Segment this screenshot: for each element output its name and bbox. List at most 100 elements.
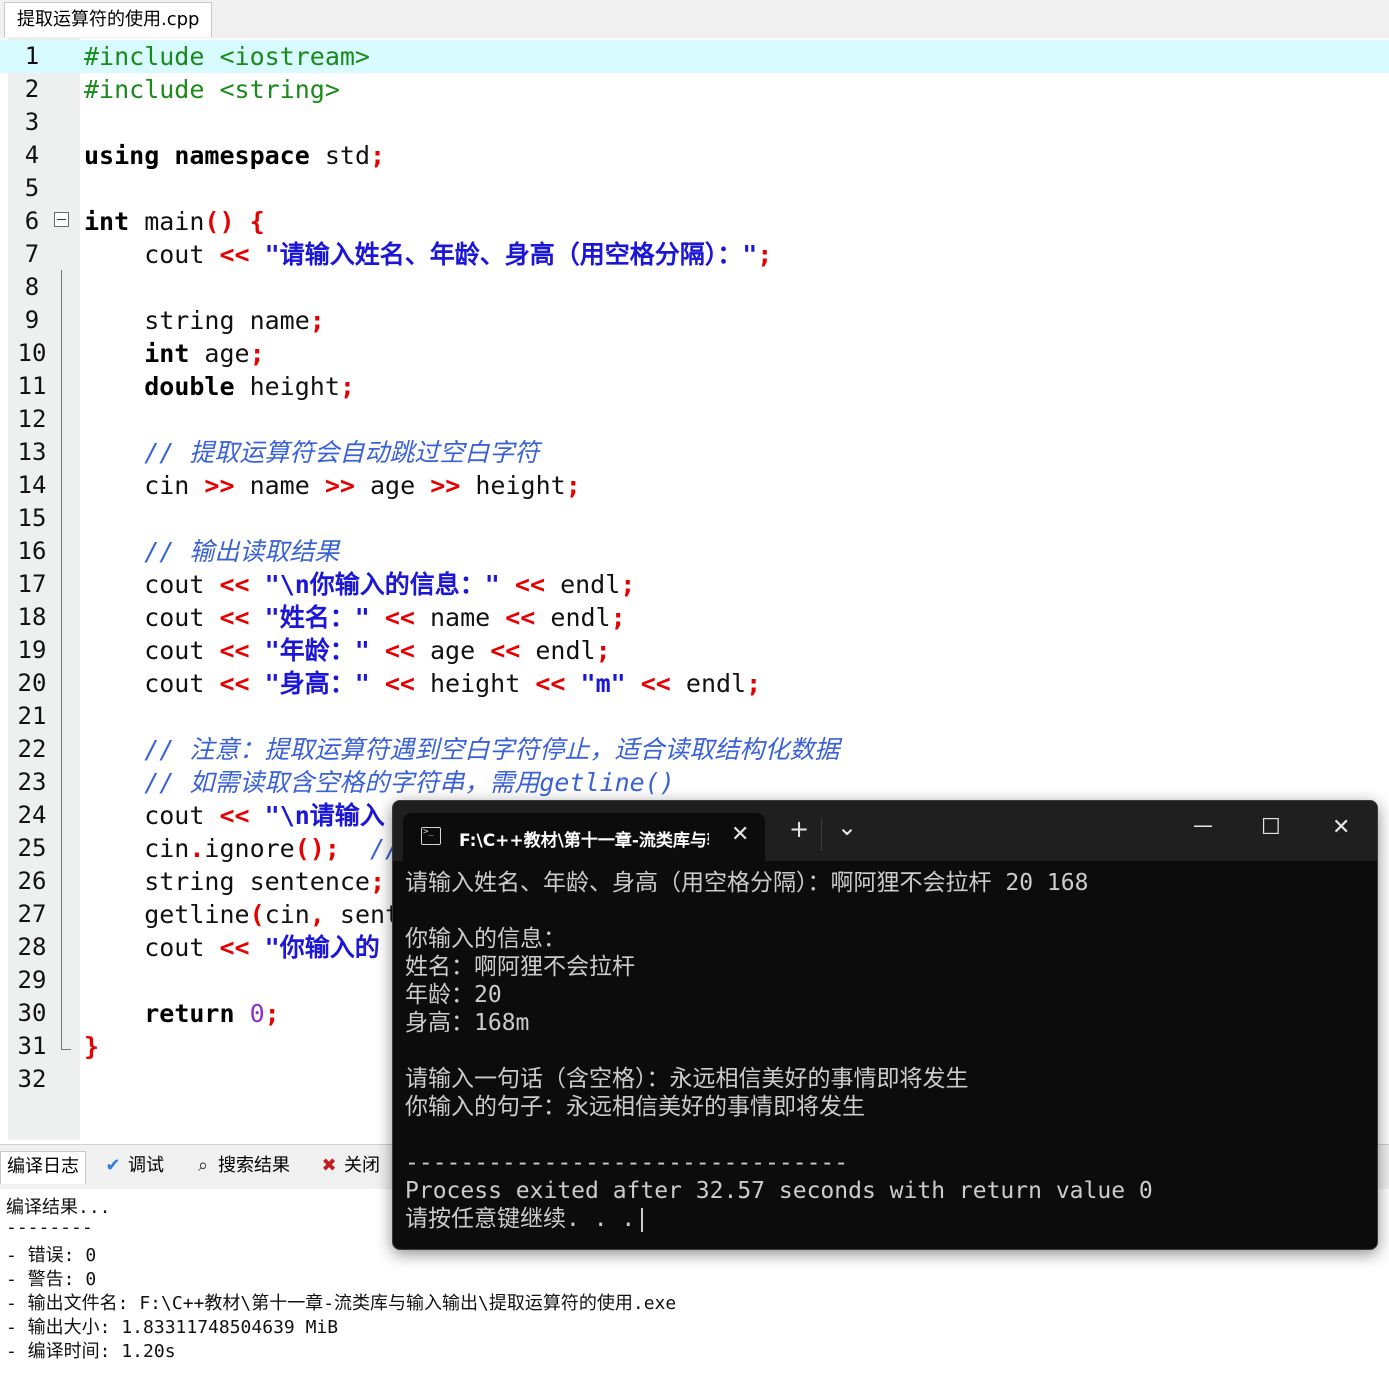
code-text: // 注意：提取运算符遇到空白字符停止，适合读取结构化数据 bbox=[84, 733, 839, 766]
code-line[interactable]: 2 #include <string> bbox=[0, 73, 1389, 106]
code-line[interactable]: 22 // 注意：提取运算符遇到空白字符停止，适合读取结构化数据 bbox=[0, 733, 1389, 766]
line-number: 18 bbox=[17, 603, 47, 631]
search-results-icon: ⌕ bbox=[197, 1155, 209, 1176]
code-line[interactable]: 21 bbox=[0, 700, 1389, 733]
code-token: #include <iostream> bbox=[84, 42, 370, 71]
code-token: ; bbox=[757, 240, 773, 269]
code-token: << bbox=[384, 636, 415, 665]
bottom-tab[interactable]: 编译日志 bbox=[0, 1151, 86, 1184]
code-token: << bbox=[505, 603, 536, 632]
code-line[interactable]: 10 int age; bbox=[0, 337, 1389, 370]
code-line[interactable]: 8 bbox=[0, 271, 1389, 304]
close-icon[interactable]: ✕ bbox=[731, 822, 749, 847]
terminal-line: 年龄：20 bbox=[405, 981, 1365, 1009]
titlebar-separator bbox=[821, 819, 822, 851]
code-token: height bbox=[414, 669, 536, 698]
code-line[interactable]: 14 cin >> name >> age >> height; bbox=[0, 469, 1389, 502]
code-line[interactable]: 17 cout << "\n你输入的信息：" << endl; bbox=[0, 568, 1389, 601]
line-number: 2 bbox=[24, 75, 40, 103]
close-panel-icon: ✖ bbox=[321, 1155, 337, 1176]
code-line[interactable]: 19 cout << "年龄：" << age << endl; bbox=[0, 634, 1389, 667]
code-line[interactable]: 6 int main() { bbox=[0, 205, 1389, 238]
code-line[interactable]: 23 // 如需读取含空格的字符串，需用getline() bbox=[0, 766, 1389, 799]
editor-tab-bar: 提取运算符的使用.cpp bbox=[0, 0, 1389, 39]
code-token: cout bbox=[84, 570, 220, 599]
log-line: 编译结果... bbox=[6, 1197, 111, 1218]
code-token: cout bbox=[84, 240, 220, 269]
maximize-button[interactable]: ☐ bbox=[1261, 815, 1281, 840]
code-line[interactable]: 1 #include <iostream> bbox=[0, 40, 1389, 73]
code-token: using bbox=[84, 141, 160, 170]
terminal-tab-title: F:\C++教材\第十一章-流类库与输入输出\提取运算符的使用.exe bbox=[459, 831, 709, 851]
code-token: "你输入的 bbox=[264, 933, 380, 962]
code-token: cout bbox=[84, 801, 220, 830]
minimize-button[interactable]: — bbox=[1193, 813, 1213, 837]
line-number: 19 bbox=[17, 636, 47, 664]
code-line[interactable]: 9 string name; bbox=[0, 304, 1389, 337]
code-token: << bbox=[514, 570, 546, 599]
code-token: << bbox=[384, 669, 415, 698]
bottom-tab[interactable]: ⌕ 搜索结果 bbox=[186, 1151, 296, 1183]
code-text: getline(cin, sent bbox=[84, 898, 400, 931]
log-line: - 错误: 0 bbox=[6, 1245, 97, 1266]
chevron-down-icon[interactable]: ⌄ bbox=[837, 813, 857, 841]
file-tab[interactable]: 提取运算符的使用.cpp bbox=[4, 2, 213, 37]
line-number: 3 bbox=[24, 108, 40, 136]
code-line[interactable]: 3 bbox=[0, 106, 1389, 139]
code-line[interactable]: 5 bbox=[0, 172, 1389, 205]
bottom-tab[interactable]: ✔ 调试 bbox=[96, 1151, 170, 1183]
code-token: << bbox=[490, 636, 521, 665]
code-line[interactable]: 4 using namespace std; bbox=[0, 139, 1389, 172]
terminal-tab[interactable]: F:\C++教材\第十一章-流类库与输入输出\提取运算符的使用.exe ✕ bbox=[403, 813, 765, 861]
code-line[interactable]: 7 cout << "请输入姓名、年龄、身高（用空格分隔）："; bbox=[0, 238, 1389, 271]
line-number: 25 bbox=[17, 834, 47, 862]
code-token: age bbox=[414, 636, 491, 665]
terminal-line: 身高：168m bbox=[405, 1009, 1365, 1037]
close-window-button[interactable]: ✕ bbox=[1332, 815, 1350, 840]
code-token: "\n请输入 bbox=[264, 801, 385, 830]
code-token: ; bbox=[746, 669, 762, 698]
code-token: ; bbox=[595, 636, 611, 665]
line-number: 24 bbox=[17, 801, 47, 829]
bottom-tab[interactable]: ✖ 关闭 bbox=[312, 1151, 386, 1183]
terminal-window[interactable]: F:\C++教材\第十一章-流类库与输入输出\提取运算符的使用.exe ✕ + … bbox=[392, 800, 1378, 1250]
code-token: "身高：" bbox=[264, 669, 370, 698]
terminal-line-text: 年龄：20 bbox=[405, 982, 502, 1008]
code-line[interactable]: 15 bbox=[0, 502, 1389, 535]
code-line[interactable]: 18 cout << "姓名：" << name << endl; bbox=[0, 601, 1389, 634]
bottom-tab-label: 调试 bbox=[128, 1155, 164, 1176]
terminal-line: 请输入姓名、年龄、身高（用空格分隔）：啊阿狸不会拉杆 20 168 bbox=[405, 869, 1365, 897]
code-token: // 注意：提取运算符遇到空白字符停止，适合读取结构化数据 bbox=[84, 735, 840, 764]
line-number: 31 bbox=[17, 1032, 47, 1060]
code-token: main bbox=[129, 207, 205, 236]
code-token: ; bbox=[565, 471, 581, 500]
terminal-line-text: -------------------------------- bbox=[405, 1150, 849, 1176]
line-number: 11 bbox=[17, 372, 47, 400]
line-number: 28 bbox=[17, 933, 47, 961]
code-text: } bbox=[84, 1030, 99, 1063]
terminal-line: 你输入的句子：永远相信美好的事情即将发生 bbox=[405, 1093, 1365, 1121]
code-line[interactable]: 11 double height; bbox=[0, 370, 1389, 403]
code-text: // 提取运算符会自动跳过空白字符 bbox=[84, 436, 539, 469]
code-token: << bbox=[535, 669, 566, 698]
code-token: namespace bbox=[174, 141, 310, 170]
terminal-titlebar: F:\C++教材\第十一章-流类库与输入输出\提取运算符的使用.exe ✕ + … bbox=[393, 801, 1377, 861]
code-token: name bbox=[234, 471, 325, 500]
terminal-line-text: 姓名：啊阿狸不会拉杆 bbox=[405, 954, 635, 980]
fold-toggle-icon[interactable] bbox=[54, 212, 69, 227]
code-line[interactable]: 13 // 提取运算符会自动跳过空白字符 bbox=[0, 436, 1389, 469]
code-token: std bbox=[309, 141, 371, 170]
line-number: 7 bbox=[24, 240, 40, 268]
code-line[interactable]: 16 // 输出读取结果 bbox=[0, 535, 1389, 568]
terminal-line: 请输入一句话（含空格）：永远相信美好的事情即将发生 bbox=[405, 1065, 1365, 1093]
code-line[interactable]: 20 cout << "身高：" << height << "m" << end… bbox=[0, 667, 1389, 700]
code-token: cout bbox=[84, 636, 220, 665]
line-number: 4 bbox=[24, 141, 40, 169]
code-line[interactable]: 12 bbox=[0, 403, 1389, 436]
new-tab-button[interactable]: + bbox=[789, 815, 809, 843]
